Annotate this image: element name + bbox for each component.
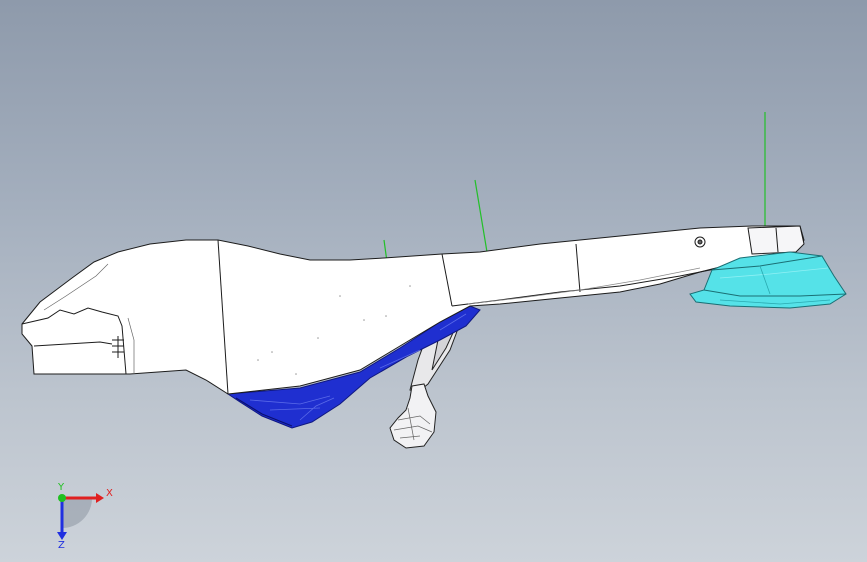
- 3d-viewport[interactable]: X Y Z: [0, 0, 867, 562]
- nose-section: [21, 225, 805, 395]
- triad-shadow: [62, 498, 92, 528]
- axis-triad: X Y Z: [57, 482, 113, 548]
- main-body[interactable]: [21, 225, 805, 395]
- x-axis-label: X: [106, 488, 113, 499]
- model-view[interactable]: [0, 0, 867, 562]
- hook-foot: [389, 383, 437, 449]
- y-axis-dot: [58, 494, 66, 502]
- z-axis-label: Z: [58, 540, 65, 548]
- y-axis-label: Y: [57, 482, 65, 493]
- marker-line-middle: [474, 179, 488, 253]
